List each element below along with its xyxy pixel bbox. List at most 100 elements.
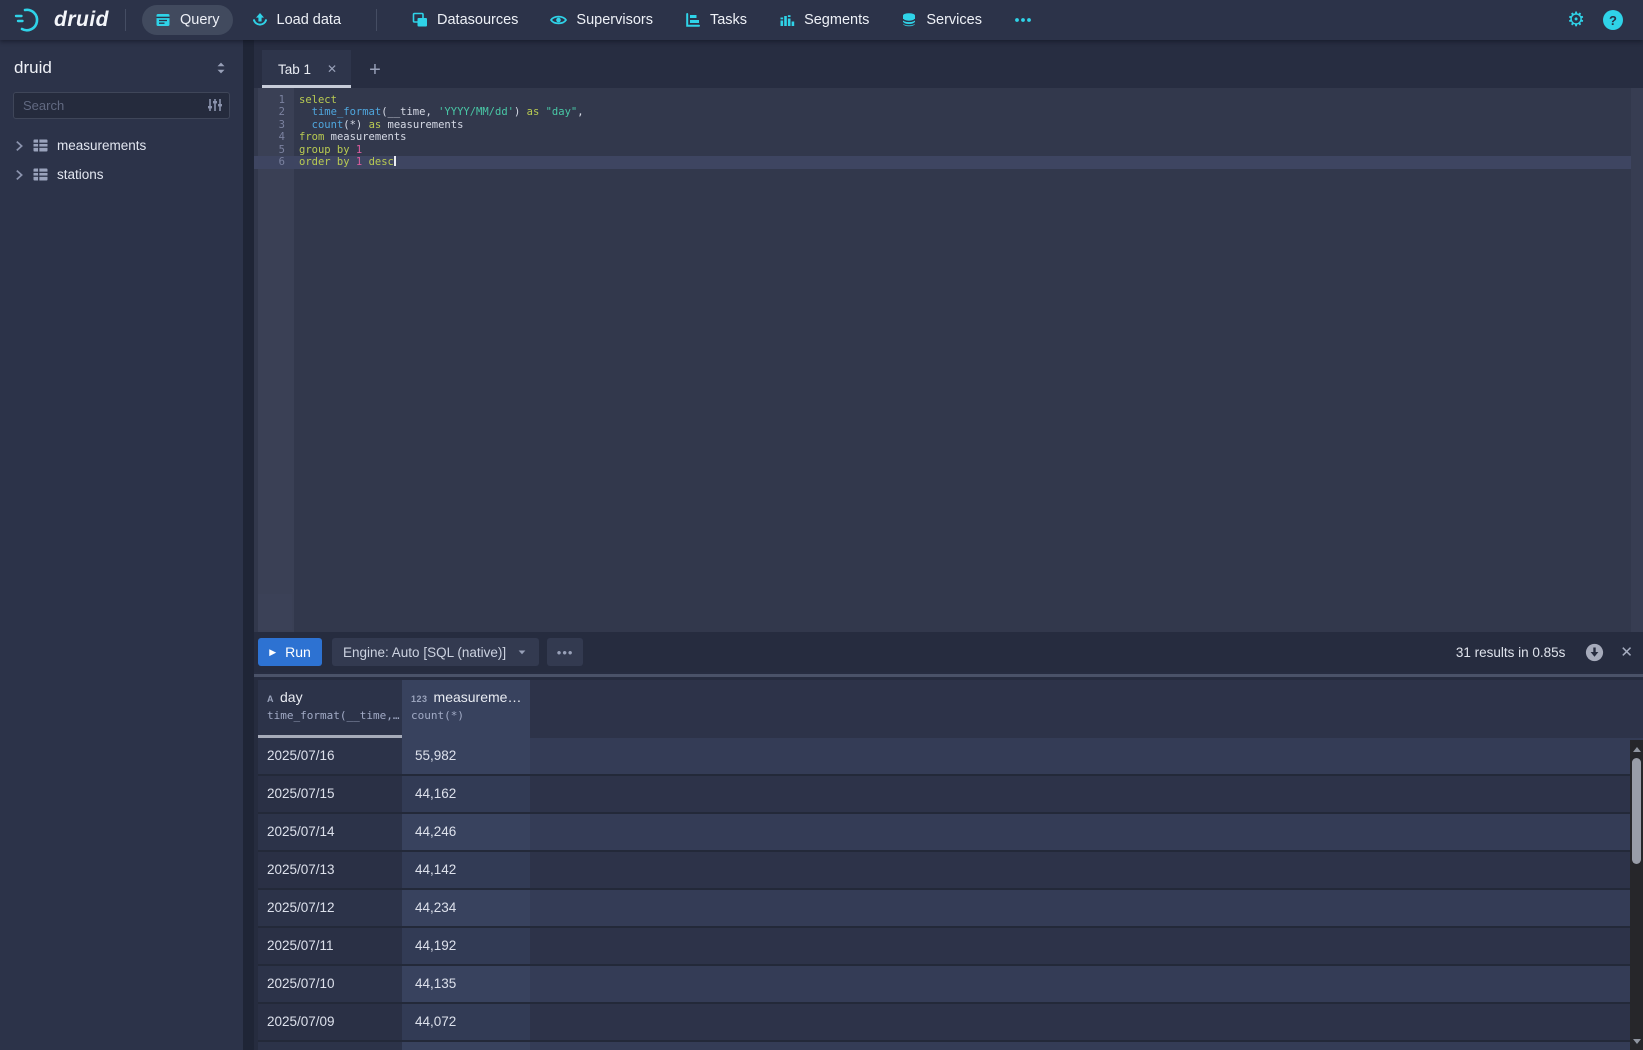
code-text[interactable]: order by 1 desc [294, 156, 1631, 168]
row-filler [530, 1042, 1643, 1050]
search-input[interactable] [13, 92, 230, 119]
code-text[interactable]: count(*) as measurements [294, 119, 1631, 131]
tab-strip: Tab 1 ✕ + [254, 40, 1643, 88]
line-number: 3 [254, 119, 294, 131]
settings-gear-icon[interactable]: ⚙ [1567, 10, 1585, 30]
cell-day[interactable]: 2025/07/16 [258, 738, 402, 774]
column-header-day[interactable]: A day time_format(__time,… [258, 680, 402, 738]
row-filler [530, 738, 1643, 774]
cell-day[interactable]: 2025/07/13 [258, 852, 402, 888]
database-icon [901, 12, 917, 28]
tab-tab1[interactable]: Tab 1 ✕ [262, 50, 351, 88]
nav-item-load-data[interactable]: Load data [239, 5, 355, 35]
nav-item-more[interactable] [1001, 5, 1045, 35]
schema-title: druid [14, 58, 52, 78]
line-number: 2 [254, 106, 294, 118]
table-name: stations [57, 167, 104, 182]
top-navbar: druid Query Load data Datasou [0, 0, 1643, 40]
code-text[interactable]: group by 1 [294, 144, 1631, 156]
nav-item-label: Datasources [437, 12, 518, 28]
text-cursor [394, 156, 396, 166]
bar-chart-icon [779, 12, 795, 28]
cell-day[interactable]: 2025/07/12 [258, 890, 402, 926]
editor-lines[interactable]: 1select2 time_format(__time, 'YYYY/MM/dd… [254, 94, 1631, 169]
nav-item-services[interactable]: Services [888, 5, 995, 35]
run-button[interactable]: ▶ Run [258, 638, 322, 666]
download-icon[interactable] [1585, 643, 1604, 662]
druid-logo[interactable]: druid [14, 6, 109, 34]
table-row [258, 1042, 1643, 1050]
scrollbar-thumb[interactable] [1632, 758, 1641, 864]
filter-sliders-icon[interactable] [207, 97, 223, 113]
druid-logo-icon [14, 6, 46, 34]
cell-measurements[interactable]: 44,142 [402, 852, 530, 888]
table-row: 2025/07/1544,162 [258, 776, 1643, 814]
table-icon [32, 138, 49, 153]
editor-scrollbar[interactable] [1631, 88, 1643, 632]
column-header-measurements[interactable]: 123 measureme… count(*) [402, 680, 530, 738]
code-line[interactable]: 5group by 1 [254, 144, 1631, 156]
cell-measurements[interactable]: 44,246 [402, 814, 530, 850]
close-results-icon[interactable]: ✕ [1620, 643, 1633, 661]
sidebar-item-measurements[interactable]: measurements [0, 131, 243, 160]
nav-item-label: Segments [804, 12, 869, 28]
code-line[interactable]: 2 time_format(__time, 'YYYY/MM/dd') as "… [254, 106, 1631, 118]
chevron-right-icon[interactable] [12, 168, 26, 182]
cell-measurements [402, 1042, 530, 1050]
nav-item-datasources[interactable]: Datasources [399, 5, 531, 35]
cell-measurements[interactable]: 55,982 [402, 738, 530, 774]
nav-item-segments[interactable]: Segments [766, 5, 882, 35]
chevron-right-icon[interactable] [12, 139, 26, 153]
results-panel: A day time_format(__time,… 123 measureme… [254, 678, 1643, 1050]
code-line[interactable]: 4from measurements [254, 131, 1631, 143]
run-bar: ▶ Run Engine: Auto [SQL (native)] ••• 31… [254, 632, 1643, 672]
sidebar-item-stations[interactable]: stations [0, 160, 243, 189]
play-icon: ▶ [269, 648, 276, 657]
column-expression: count(*) [411, 709, 530, 722]
cell-day[interactable]: 2025/07/11 [258, 928, 402, 964]
cell-day[interactable]: 2025/07/09 [258, 1004, 402, 1040]
query-more-button[interactable]: ••• [547, 638, 583, 666]
nav-item-query[interactable]: Query [142, 5, 233, 35]
table-row: 2025/07/1655,982 [258, 738, 1643, 776]
row-filler [530, 776, 1643, 812]
scroll-up-arrow[interactable] [1630, 742, 1643, 756]
code-line[interactable]: 6order by 1 desc [254, 156, 1631, 168]
line-number: 6 [254, 156, 294, 168]
code-line[interactable]: 3 count(*) as measurements [254, 119, 1631, 131]
cell-day[interactable]: 2025/07/15 [258, 776, 402, 812]
schema-sidebar: druid measurements [0, 40, 243, 1050]
cell-measurements[interactable]: 44,234 [402, 890, 530, 926]
brand-text: druid [54, 8, 109, 32]
tab-close-icon[interactable]: ✕ [327, 62, 337, 76]
scroll-down-arrow[interactable] [1630, 1034, 1643, 1048]
tab-label: Tab 1 [278, 62, 311, 77]
code-text[interactable]: from measurements [294, 131, 1631, 143]
result-status: 31 results in 0.85s [1456, 645, 1566, 660]
datasources-icon [412, 12, 428, 28]
more-dots: ••• [557, 645, 574, 660]
pane-resize-divider[interactable] [254, 674, 1643, 677]
column-name: measureme… [434, 689, 522, 705]
double-caret-sort-icon[interactable] [213, 60, 229, 76]
help-icon[interactable]: ? [1603, 10, 1623, 30]
add-tab-button[interactable]: + [369, 60, 381, 80]
results-header: A day time_format(__time,… 123 measureme… [258, 680, 1643, 738]
column-expression: time_format(__time,… [267, 709, 402, 722]
table-row: 2025/07/0944,072 [258, 1004, 1643, 1042]
sql-editor[interactable]: 1select2 time_format(__time, 'YYYY/MM/dd… [254, 88, 1643, 632]
code-text[interactable]: time_format(__time, 'YYYY/MM/dd') as "da… [294, 106, 1631, 118]
cell-measurements[interactable]: 44,192 [402, 928, 530, 964]
cell-day[interactable]: 2025/07/14 [258, 814, 402, 850]
engine-select[interactable]: Engine: Auto [SQL (native)] [332, 638, 539, 666]
code-text[interactable]: select [294, 94, 1631, 106]
code-line[interactable]: 1select [254, 94, 1631, 106]
nav-item-tasks[interactable]: Tasks [672, 5, 760, 35]
cell-measurements[interactable]: 44,072 [402, 1004, 530, 1040]
nav-item-supervisors[interactable]: Supervisors [537, 5, 666, 35]
table-name: measurements [57, 138, 146, 153]
cell-day[interactable]: 2025/07/10 [258, 966, 402, 1002]
cell-measurements[interactable]: 44,135 [402, 966, 530, 1002]
cell-measurements[interactable]: 44,162 [402, 776, 530, 812]
results-scrollbar[interactable] [1630, 740, 1643, 1050]
